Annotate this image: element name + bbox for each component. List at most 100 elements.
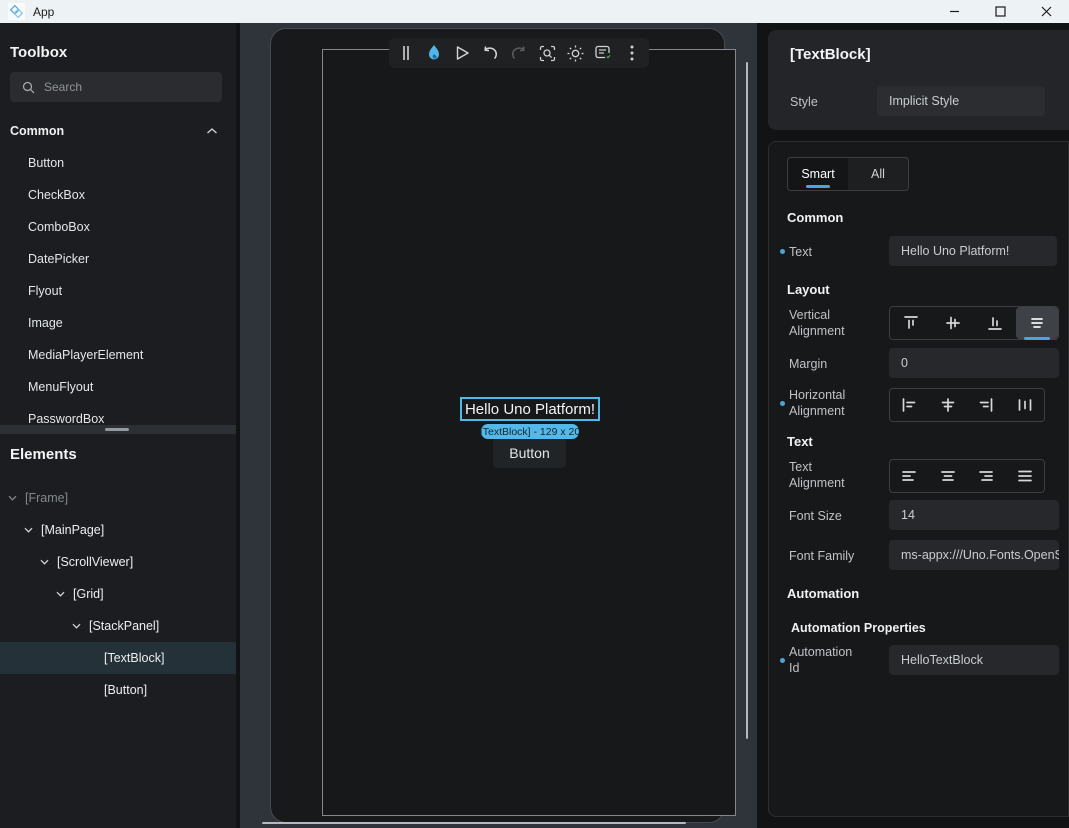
toolbox-item-datepicker[interactable]: DatePicker xyxy=(0,243,236,275)
textblock-text: Hello Uno Platform! xyxy=(465,401,595,418)
canvas-toolbar xyxy=(389,38,649,68)
form-check-icon[interactable] xyxy=(593,42,615,64)
selected-element-title: [TextBlock] xyxy=(790,46,871,63)
halign-stretch-button[interactable] xyxy=(1006,389,1045,421)
tree-item-grid[interactable]: [Grid] xyxy=(0,578,236,610)
toolbox-item-combobox[interactable]: ComboBox xyxy=(0,211,236,243)
text-alignment-group xyxy=(889,459,1045,493)
font-family-label: Font Family xyxy=(789,548,854,564)
toolbox-section-common[interactable]: Common xyxy=(0,118,236,144)
halign-right-button[interactable] xyxy=(967,389,1006,421)
elements-title: Elements xyxy=(10,446,77,463)
automation-properties-subheading: Automation Properties xyxy=(791,621,926,635)
hot-reload-flame-icon[interactable] xyxy=(423,42,445,64)
toolbox-item-checkbox[interactable]: CheckBox xyxy=(0,179,236,211)
text-align-justify-button[interactable] xyxy=(1006,460,1045,492)
toolbox-item-flyout[interactable]: Flyout xyxy=(0,275,236,307)
tree-item-textblock[interactable]: [TextBlock] xyxy=(0,642,236,674)
tab-smart[interactable]: Smart xyxy=(788,158,848,190)
tree-item-scrollviewer[interactable]: [ScrollViewer] xyxy=(0,546,236,578)
search-input[interactable] xyxy=(44,80,194,94)
toolbox-item-image[interactable]: Image xyxy=(0,307,236,339)
chevron-down-icon[interactable] xyxy=(40,559,49,565)
valign-top-button[interactable] xyxy=(890,307,932,339)
horizontal-alignment-group xyxy=(889,388,1045,422)
chevron-down-icon[interactable] xyxy=(24,527,33,533)
vertical-alignment-group xyxy=(889,306,1059,340)
maximize-button[interactable] xyxy=(977,0,1023,23)
inspector-header-card: [TextBlock] Style Implicit Style xyxy=(768,30,1069,130)
text-alignment-label: Text Alignment xyxy=(789,459,869,491)
chevron-up-icon xyxy=(206,127,218,135)
redo-icon[interactable] xyxy=(508,42,530,64)
properties-panel: [TextBlock] Style Implicit Style Smart A… xyxy=(757,23,1069,828)
halign-center-button[interactable] xyxy=(929,389,968,421)
canvas-button-element[interactable]: Button xyxy=(493,437,566,468)
style-label: Style xyxy=(790,94,818,110)
font-size-label: Font Size xyxy=(789,508,842,524)
halign-left-button[interactable] xyxy=(890,389,929,421)
tab-all[interactable]: All xyxy=(848,158,908,190)
toolbox-title: Toolbox xyxy=(10,44,67,61)
text-align-center-button[interactable] xyxy=(929,460,968,492)
selection-size-badge: [TextBlock] - 129 x 20 xyxy=(481,424,579,439)
style-field[interactable]: Implicit Style xyxy=(877,86,1045,116)
titlebar: App xyxy=(0,0,1069,23)
text-heading: Text xyxy=(787,434,813,449)
modified-dot xyxy=(780,658,785,663)
element-inspect-icon[interactable] xyxy=(536,42,558,64)
font-size-field[interactable]: 14 xyxy=(889,500,1059,530)
drag-handle-icon[interactable] xyxy=(395,42,417,64)
chevron-down-icon[interactable] xyxy=(72,623,81,629)
vertical-alignment-label: Vertical Alignment xyxy=(789,307,869,339)
chevron-down-icon[interactable] xyxy=(56,591,65,597)
selected-textblock[interactable]: Hello Uno Platform! xyxy=(460,397,600,421)
margin-label: Margin xyxy=(789,356,827,372)
toolbox-search[interactable] xyxy=(10,72,222,102)
canvas-vertical-scrollbar[interactable] xyxy=(746,62,748,739)
search-icon xyxy=(22,81,35,94)
app-title: App xyxy=(33,5,54,19)
tree-item-frame[interactable]: [Frame] xyxy=(0,482,236,514)
common-section-label: Common xyxy=(10,124,64,138)
toolbox-item-mediaplayerelement[interactable]: MediaPlayerElement xyxy=(0,339,236,371)
margin-field[interactable]: 0 xyxy=(889,348,1059,378)
text-align-right-button[interactable] xyxy=(967,460,1006,492)
device-frame: Hello Uno Platform! [TextBlock] - 129 x … xyxy=(270,28,725,823)
valign-center-button[interactable] xyxy=(932,307,974,339)
common-heading: Common xyxy=(787,210,843,225)
automation-heading: Automation xyxy=(787,586,859,601)
valign-bottom-button[interactable] xyxy=(974,307,1016,339)
close-button[interactable] xyxy=(1023,0,1069,23)
horizontal-alignment-label: Horizontal Alignment xyxy=(789,387,869,419)
more-options-icon[interactable] xyxy=(621,42,643,64)
toolbox-item-menuflyout[interactable]: MenuFlyout xyxy=(0,371,236,403)
chevron-down-icon[interactable] xyxy=(8,495,17,501)
left-sidebar: Toolbox Common Button CheckBox ComboBox … xyxy=(0,23,236,828)
tree-item-mainpage[interactable]: [MainPage] xyxy=(0,514,236,546)
font-family-field[interactable]: ms-appx:///Uno.Fonts.OpenSan xyxy=(889,540,1059,570)
tree-item-button[interactable]: [Button] xyxy=(0,674,236,706)
minimize-button[interactable] xyxy=(931,0,977,23)
automation-id-field[interactable]: HelloTextBlock xyxy=(889,645,1059,675)
undo-icon[interactable] xyxy=(480,42,502,64)
text-field[interactable]: Hello Uno Platform! xyxy=(889,236,1057,266)
text-align-left-button[interactable] xyxy=(890,460,929,492)
app-window: App Toolbox Common Bu xyxy=(0,0,1069,828)
toolbox-scrollbar[interactable] xyxy=(0,425,236,434)
selected-option-indicator xyxy=(1024,337,1050,340)
modified-dot xyxy=(780,401,785,406)
modified-dot xyxy=(780,249,785,254)
layout-heading: Layout xyxy=(787,282,830,297)
theme-sun-icon[interactable] xyxy=(564,42,586,64)
play-icon[interactable] xyxy=(452,42,474,64)
text-label: Text xyxy=(789,244,812,260)
toolbox-item-button[interactable]: Button xyxy=(0,147,236,179)
canvas-horizontal-scrollbar[interactable] xyxy=(262,822,686,824)
inspector-tabs: Smart All xyxy=(787,157,909,191)
design-canvas: Hello Uno Platform! [TextBlock] - 129 x … xyxy=(240,23,757,828)
toolbox-scrollbar-thumb[interactable] xyxy=(105,428,129,431)
valign-stretch-button[interactable] xyxy=(1016,307,1058,339)
uno-logo-icon xyxy=(8,3,25,20)
tree-item-stackpanel[interactable]: [StackPanel] xyxy=(0,610,236,642)
